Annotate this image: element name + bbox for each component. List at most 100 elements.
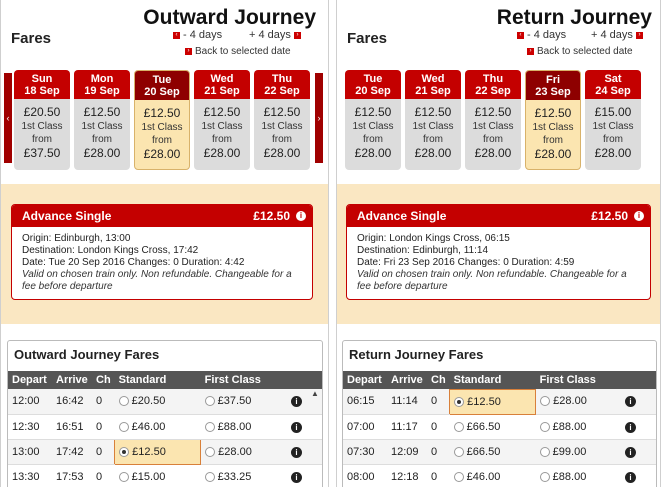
origin-text: Origin: Edinburgh, 13:00 xyxy=(22,233,131,244)
first-class-label: 1st Class xyxy=(141,122,183,133)
date-option-tue[interactable]: Tue 20 Sep £12.50 1st Class from £28.00 xyxy=(134,70,190,170)
date-option-sun[interactable]: Sun 18 Sep £20.50 1st Class from £37.50 xyxy=(14,70,70,170)
column-header: Depart xyxy=(343,371,387,389)
outward-fares-table: Depart Arrive Ch Standard First Class 12:00 1… xyxy=(8,371,322,487)
arrive-time: 11:17 xyxy=(387,414,427,440)
fare-detail-header: Advance Single £12.50 i xyxy=(347,205,650,227)
info-icon[interactable]: i xyxy=(296,211,306,221)
first-class-label: 1st Class xyxy=(201,121,243,132)
first-class-radio[interactable] xyxy=(204,421,215,432)
first-class-fare-option[interactable]: £88.00 i xyxy=(535,414,656,440)
standard-price: £15.00 xyxy=(131,470,166,483)
scrollbar[interactable]: ▲ xyxy=(309,389,321,487)
arrive-time: 12:18 xyxy=(387,464,427,487)
first-class-fare-option[interactable]: £99.00 i xyxy=(535,439,656,465)
from-label: from xyxy=(272,134,292,145)
info-icon[interactable]: i xyxy=(291,396,302,408)
standard-fare-option[interactable]: £12.50 xyxy=(114,438,202,465)
prev-dates-arrow[interactable]: ‹ xyxy=(4,73,12,163)
day-of-week: Sun xyxy=(31,73,53,85)
first-class-fare-option[interactable]: £88.00 i xyxy=(200,414,322,440)
date-header: Tue 20 Sep xyxy=(345,70,401,99)
standard-fare-option[interactable]: £66.50 xyxy=(449,414,536,440)
plus-days-label: + 4 days xyxy=(591,29,633,41)
date-option-tue[interactable]: Tue 20 Sep £12.50 1st Class from £28.00 xyxy=(345,70,401,170)
standard-radio[interactable] xyxy=(119,446,130,457)
date-option-mon[interactable]: Mon 19 Sep £12.50 1st Class from £28.00 xyxy=(74,70,130,170)
standard-fare-option[interactable]: £15.00 xyxy=(114,464,201,487)
back-to-selected-date-link[interactable]: › Back to selected date xyxy=(527,46,633,57)
scroll-up-icon[interactable]: ▲ xyxy=(309,389,321,398)
column-header: Ch xyxy=(427,371,450,389)
first-class-fare-option[interactable]: £28.00 i xyxy=(200,439,322,465)
standard-radio[interactable] xyxy=(118,471,129,482)
first-class-price: £37.50 xyxy=(217,395,252,408)
date-header: Tue 20 Sep xyxy=(135,71,189,100)
first-class-radio[interactable] xyxy=(204,471,215,482)
info-icon[interactable]: i xyxy=(291,421,302,433)
date-option-fri[interactable]: Fri 23 Sep £12.50 1st Class from £28.00 xyxy=(525,70,581,170)
standard-radio[interactable] xyxy=(453,421,464,432)
date-option-thu[interactable]: Thu 22 Sep £12.50 1st Class from £28.00 xyxy=(254,70,310,170)
minus-4-days-link[interactable]: ‹ - 4 days xyxy=(173,29,222,41)
standard-fare-option[interactable]: £46.00 xyxy=(114,414,201,440)
standard-price: £12.50 xyxy=(263,105,301,119)
first-class-radio[interactable] xyxy=(539,471,550,482)
first-class-fare-option[interactable]: £33.25 i xyxy=(200,464,322,487)
first-class-price: £28.00 xyxy=(354,146,392,160)
date-header: Wed 21 Sep xyxy=(405,70,461,99)
standard-fare-option[interactable]: £20.50 xyxy=(114,389,201,415)
plus-4-days-link[interactable]: + 4 days › xyxy=(249,29,304,41)
info-icon[interactable]: i xyxy=(291,446,302,458)
date-option-sat[interactable]: Sat 24 Sep £15.00 1st Class from £28.00 xyxy=(585,70,641,170)
info-icon[interactable]: i xyxy=(625,421,636,433)
changes: 0 xyxy=(92,389,115,415)
day-of-week: Tue xyxy=(363,73,383,85)
fare-conditions: Valid on chosen train only. Non refundab… xyxy=(22,269,292,292)
back-to-selected-date-link[interactable]: › Back to selected date xyxy=(185,46,291,57)
from-label: from xyxy=(92,134,112,145)
first-class-radio[interactable] xyxy=(539,446,550,457)
info-icon[interactable]: i xyxy=(634,211,644,221)
standard-price: £12.50 xyxy=(203,105,241,119)
first-class-price: £37.50 xyxy=(23,146,61,160)
standard-radio[interactable] xyxy=(118,421,129,432)
standard-radio[interactable] xyxy=(454,396,465,407)
date-header: Mon 19 Sep xyxy=(74,70,130,99)
date-option-wed[interactable]: Wed 21 Sep £12.50 1st Class from £28.00 xyxy=(405,70,461,170)
day-date: 21 Sep xyxy=(204,85,240,97)
from-label: from xyxy=(32,134,52,145)
return-panel: Fares Return Journey ‹ - 4 days + 4 days … xyxy=(336,0,661,487)
standard-fare-option[interactable]: £66.50 xyxy=(449,439,536,465)
date-option-wed[interactable]: Wed 21 Sep £12.50 1st Class from £28.00 xyxy=(194,70,250,170)
minus-4-days-link[interactable]: ‹ - 4 days xyxy=(517,29,566,41)
plus-4-days-link[interactable]: + 4 days › xyxy=(591,29,646,41)
first-class-fare-option[interactable]: £88.00 i xyxy=(535,464,656,487)
first-class-fare-option[interactable]: £28.00 i xyxy=(535,389,656,415)
standard-radio[interactable] xyxy=(453,446,464,457)
next-dates-arrow[interactable]: › xyxy=(315,73,323,163)
first-class-radio[interactable] xyxy=(205,446,216,457)
info-icon[interactable]: i xyxy=(291,471,302,483)
info-icon[interactable]: i xyxy=(625,471,636,483)
first-class-price: £28.00 xyxy=(218,445,252,458)
fares-label: Fares xyxy=(347,30,388,47)
first-class-price: £88.00 xyxy=(552,470,587,483)
first-class-radio[interactable] xyxy=(204,396,215,407)
first-class-price: £28.00 xyxy=(414,146,452,160)
first-class-fare-option[interactable]: £37.50 i xyxy=(200,389,322,415)
date-option-thu[interactable]: Thu 22 Sep £12.50 1st Class from £28.00 xyxy=(465,70,521,170)
origin-text: Origin: London Kings Cross, 06:15 xyxy=(357,233,510,244)
outward-journey-title: Outward Journey xyxy=(143,6,316,29)
standard-radio[interactable] xyxy=(118,396,129,407)
info-icon[interactable]: i xyxy=(625,446,636,458)
return-fares-table: Depart Arrive Ch Standard First Class 06:15 1… xyxy=(343,371,656,487)
info-icon[interactable]: i xyxy=(625,396,636,408)
standard-price: £66.50 xyxy=(466,445,501,458)
standard-fare-option[interactable]: £12.50 xyxy=(449,388,537,415)
standard-fare-option[interactable]: £46.00 xyxy=(449,464,536,487)
first-class-radio[interactable] xyxy=(540,396,551,407)
first-class-radio[interactable] xyxy=(539,421,550,432)
day-of-week: Thu xyxy=(271,73,293,85)
standard-radio[interactable] xyxy=(453,471,464,482)
